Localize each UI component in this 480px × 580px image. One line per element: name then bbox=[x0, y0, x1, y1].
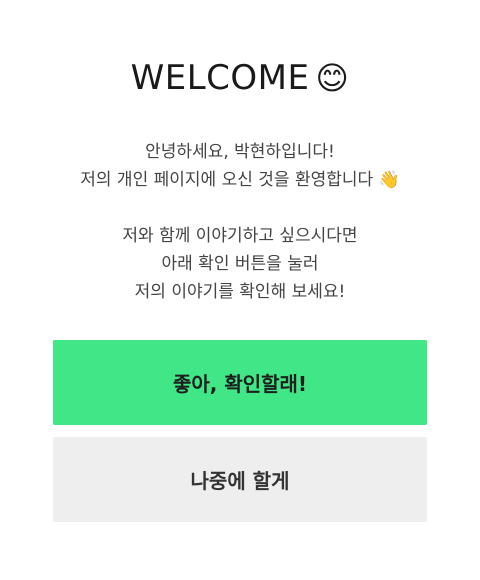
smiling-face-icon: 😊 bbox=[315, 59, 350, 97]
title-text: WELCOME bbox=[130, 58, 310, 98]
welcome-line: 저의 개인 페이지에 오신 것을 환영합니다 👋 bbox=[0, 166, 480, 194]
invite-line-2: 아래 확인 버튼을 눌러 bbox=[161, 254, 319, 274]
welcome-card: WELCOME 😊 안녕하세요, 박현하입니다! 저의 개인 페이지에 오신 것을… bbox=[0, 0, 480, 580]
later-button[interactable]: 나중에 할게 bbox=[53, 437, 427, 522]
confirm-button[interactable]: 좋아, 확인할래! bbox=[53, 340, 427, 425]
greeting-line: 안녕하세요, 박현하입니다! bbox=[145, 142, 335, 162]
intro-message: 안녕하세요, 박현하입니다! 저의 개인 페이지에 오신 것을 환영합니다 👋 … bbox=[0, 138, 480, 306]
page-title: WELCOME 😊 bbox=[0, 58, 480, 98]
welcome-line-text: 저의 개인 페이지에 오신 것을 환영합니다 bbox=[80, 170, 374, 190]
waving-hand-icon: 👋 bbox=[378, 170, 400, 190]
invite-line-3: 저의 이야기를 확인해 보세요! bbox=[134, 282, 346, 302]
invite-line-1: 저와 함께 이야기하고 싶으시다면 bbox=[122, 226, 358, 246]
